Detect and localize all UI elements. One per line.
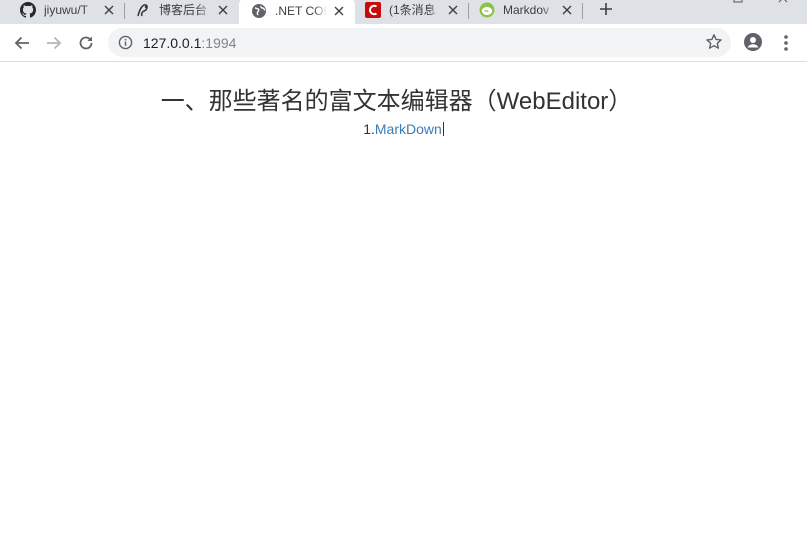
- page-content: 一、那些著名的富文本编辑器（WebEditor） 1.MarkDown: [0, 62, 807, 540]
- tab-markdown[interactable]: Markdov: [469, 0, 583, 22]
- tab-blog[interactable]: 博客后台: [125, 0, 239, 22]
- csdn-icon: [365, 1, 381, 18]
- tab-strip: jiyuwu/T 博客后台 .NET COI (1条消息 Markdov: [0, 0, 807, 24]
- tab-dotnet-active[interactable]: .NET COI: [239, 0, 355, 24]
- list-item-number: 1.: [363, 121, 375, 137]
- reload-button[interactable]: [76, 33, 96, 53]
- tab-title: jiyuwu/T: [44, 2, 89, 17]
- back-button[interactable]: [12, 33, 32, 53]
- arrow-left-icon: [14, 36, 29, 50]
- blog-icon: [137, 3, 148, 16]
- url-text[interactable]: 127.0.0.1:1994: [143, 35, 236, 51]
- tab-title: .NET COI: [275, 4, 327, 18]
- tab-github[interactable]: jiyuwu/T: [0, 0, 125, 22]
- markdown-site-icon: [479, 2, 495, 17]
- more-menu-icon[interactable]: [780, 33, 792, 53]
- info-icon[interactable]: [118, 35, 133, 50]
- markdown-link[interactable]: MarkDown: [375, 121, 442, 137]
- close-icon[interactable]: [559, 2, 575, 18]
- page-heading: 一、那些著名的富文本编辑器（WebEditor）: [160, 88, 633, 115]
- url-host: 127.0.0.1: [143, 35, 202, 51]
- close-icon[interactable]: [331, 3, 347, 19]
- globe-icon: [252, 4, 266, 18]
- tab-separator: [582, 3, 583, 19]
- forward-button[interactable]: [44, 33, 64, 53]
- plus-icon: [600, 3, 612, 15]
- text-cursor: [442, 122, 444, 136]
- profile-avatar-icon[interactable]: [744, 33, 762, 51]
- address-bar[interactable]: 127.0.0.1:1994: [108, 28, 731, 57]
- close-icon[interactable]: [215, 2, 231, 18]
- list-item: 1.MarkDown: [0, 121, 807, 137]
- close-icon[interactable]: [101, 2, 117, 18]
- new-tab-button[interactable]: [596, 0, 616, 18]
- arrow-right-icon: [47, 36, 62, 50]
- tab-title: Markdov: [503, 2, 550, 17]
- url-port: :1994: [201, 35, 237, 51]
- tab-title: 博客后台: [159, 3, 208, 17]
- close-window-icon[interactable]: [777, 0, 791, 4]
- github-icon: [20, 1, 36, 18]
- close-icon[interactable]: [445, 2, 461, 18]
- bookmark-star-icon[interactable]: [705, 33, 723, 51]
- browser-toolbar: 127.0.0.1:1994: [0, 24, 807, 62]
- tab-title: (1条消息: [389, 3, 436, 17]
- restore-window-icon[interactable]: [731, 0, 745, 4]
- reload-icon: [79, 36, 93, 50]
- tab-csdn[interactable]: (1条消息: [355, 0, 469, 22]
